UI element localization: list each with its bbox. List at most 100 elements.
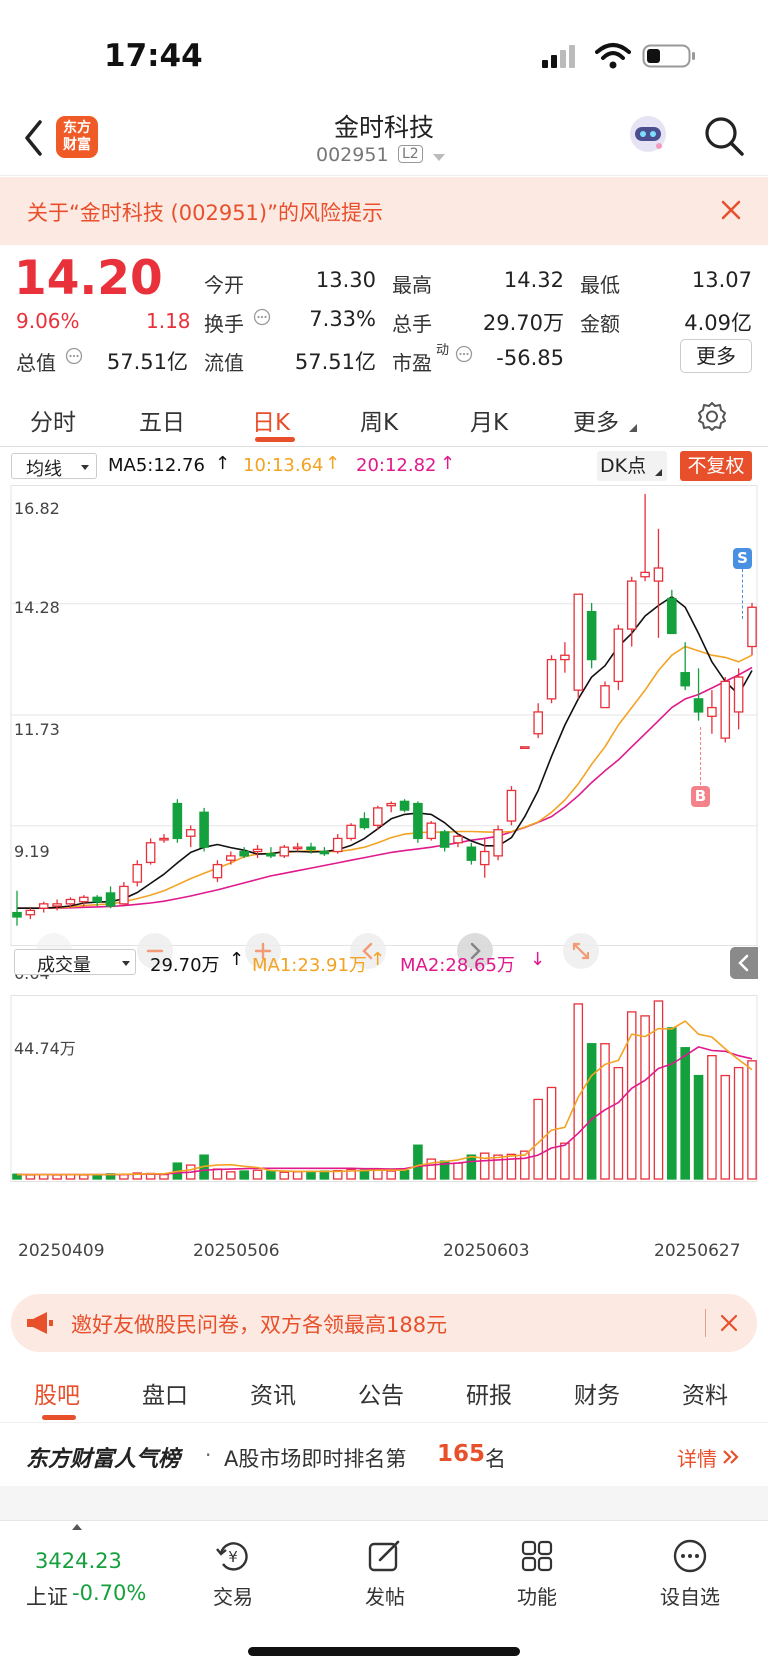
close-icon[interactable] [720, 199, 742, 221]
volume-chart[interactable] [0, 995, 768, 1183]
candle-body [680, 672, 690, 687]
volume-ma1-legend: MA1:23.91万 [252, 955, 367, 976]
buy-signal-marker[interactable]: B [691, 786, 710, 807]
market-cap-label: 总值 [16, 351, 56, 375]
rank-suffix: 名 [485, 1447, 506, 1471]
candle-body [159, 837, 169, 841]
volume-bar [319, 1170, 330, 1180]
rank-dot: · [205, 1443, 212, 1467]
dropdown-arrow-icon[interactable] [432, 153, 446, 163]
collapse-panel-button[interactable] [730, 947, 758, 979]
price-axis-label: 16.82 [14, 499, 60, 518]
volume-bar [667, 1027, 677, 1180]
info-icon[interactable] [253, 308, 271, 326]
promo-banner[interactable]: 邀好友做股民问卷，双方各领最高188元 [11, 1294, 757, 1352]
volume-bar [306, 1170, 316, 1180]
x-axis-label: 20250506 [193, 1241, 280, 1261]
tab-guba[interactable]: 股吧 [34, 1376, 80, 1410]
double-chevron-right-icon[interactable] [722, 1449, 740, 1465]
volume-bar [586, 1043, 597, 1180]
up-arrow-icon: ↑ [215, 453, 231, 474]
volume-bars [12, 1000, 757, 1180]
volume-bar [25, 1174, 36, 1180]
more-arrow-icon [629, 424, 637, 432]
risk-notice-bar[interactable]: 关于“金时科技 (002951)”的风险提示 [0, 177, 768, 245]
candle-body [667, 597, 677, 635]
volume-label: 总手 [392, 312, 432, 336]
candle-body [346, 824, 356, 840]
candle-body [747, 606, 757, 648]
candle-body [546, 658, 557, 700]
kline-chart-area: 均线 MA5:12.76 ↑ 10:13.64 ↑ 20:12.82 ↑ DK点… [0, 447, 768, 1267]
volume-indicator-select[interactable]: 成交量 [14, 949, 136, 976]
volume-bar [252, 1169, 263, 1180]
tab-monthly-k[interactable]: 月K [470, 403, 508, 437]
candle-body [613, 628, 624, 683]
grid-icon [521, 1540, 553, 1572]
nav-trade[interactable]: ¥ 交易 [188, 1539, 278, 1610]
tab-daily-k[interactable]: 日K [252, 403, 290, 437]
nav-add-watchlist[interactable]: 设自选 [645, 1539, 735, 1610]
tab-order-book[interactable]: 盘口 [142, 1376, 188, 1410]
risk-notice-text[interactable]: 关于“金时科技 (002951)”的风险提示 [27, 197, 383, 227]
tab-profile[interactable]: 资料 [682, 1376, 728, 1410]
tab-more[interactable]: 更多 [573, 403, 619, 437]
stock-code: 002951 [316, 144, 389, 166]
up-arrow-icon: ↑ [325, 453, 341, 474]
candle-body [466, 846, 477, 861]
tab-intraday[interactable]: 分时 [30, 403, 76, 437]
candle-body [252, 848, 263, 853]
candle-body [439, 831, 450, 848]
ma20-line [17, 666, 753, 910]
tab-news[interactable]: 资讯 [250, 1376, 296, 1410]
x-axis-label: 20250409 [18, 1241, 105, 1261]
volume-bar [466, 1154, 477, 1180]
candle-body [319, 850, 330, 855]
sell-signal-marker[interactable]: S [733, 548, 752, 569]
tab-announcements[interactable]: 公告 [358, 1376, 404, 1410]
adjustment-button[interactable]: 不复权 [680, 451, 752, 481]
rank-number: 165 [437, 1441, 486, 1467]
volume-bar [52, 1174, 62, 1180]
rank-prefix: A股市场即时排名第 [224, 1447, 407, 1471]
candle-body [212, 863, 223, 879]
index-expand-icon[interactable] [71, 1523, 83, 1531]
price-chart[interactable] [0, 485, 768, 947]
info-icon[interactable] [65, 347, 83, 365]
dk-point-button[interactable]: DK点 [597, 451, 667, 481]
tab-weekly-k[interactable]: 周K [360, 403, 398, 437]
candle-body [332, 837, 343, 853]
ma-select[interactable]: 均线 [11, 453, 97, 480]
close-icon[interactable] [720, 1314, 738, 1332]
nav-functions[interactable]: 功能 [492, 1539, 582, 1610]
info-icon[interactable] [455, 345, 473, 363]
high-value: 14.32 [503, 268, 564, 292]
settings-icon[interactable] [697, 401, 727, 431]
index-change[interactable]: -0.70% [72, 1581, 146, 1605]
sell-signal-line [742, 569, 743, 619]
index-name[interactable]: 上证 [26, 1581, 68, 1611]
popularity-rank[interactable]: 东方财富人气榜 · A股市场即时排名第 165 名 详情 [0, 1422, 768, 1486]
tab-five-day[interactable]: 五日 [139, 403, 185, 437]
volume-bar [506, 1153, 517, 1180]
tab-research[interactable]: 研报 [466, 1376, 512, 1410]
more-button[interactable]: 更多 [680, 339, 752, 373]
rank-detail-link[interactable]: 详情 [677, 1443, 717, 1472]
volume-bar [747, 1060, 757, 1180]
nav-post[interactable]: 发帖 [340, 1539, 430, 1610]
search-icon[interactable] [702, 114, 746, 158]
volume-bar [493, 1154, 503, 1180]
candle-body [733, 676, 744, 713]
promo-text[interactable]: 邀好友做股民问卷，双方各领最高188元 [71, 1309, 447, 1339]
fullscreen-button[interactable] [563, 933, 599, 969]
volume-bar [680, 1047, 690, 1180]
moving-average-lines [17, 596, 753, 910]
stock-header: 东方 财富 金时科技 002951 L2 [0, 100, 768, 176]
candle-body [306, 846, 316, 850]
candle-body [199, 811, 209, 848]
robot-assistant-icon[interactable] [626, 112, 670, 156]
volume-axis-label: 44.74万 [14, 1039, 76, 1058]
pe-label: 市盈 [392, 351, 432, 375]
index-value[interactable]: 3424.23 [35, 1549, 122, 1573]
tab-financials[interactable]: 财务 [574, 1376, 620, 1410]
